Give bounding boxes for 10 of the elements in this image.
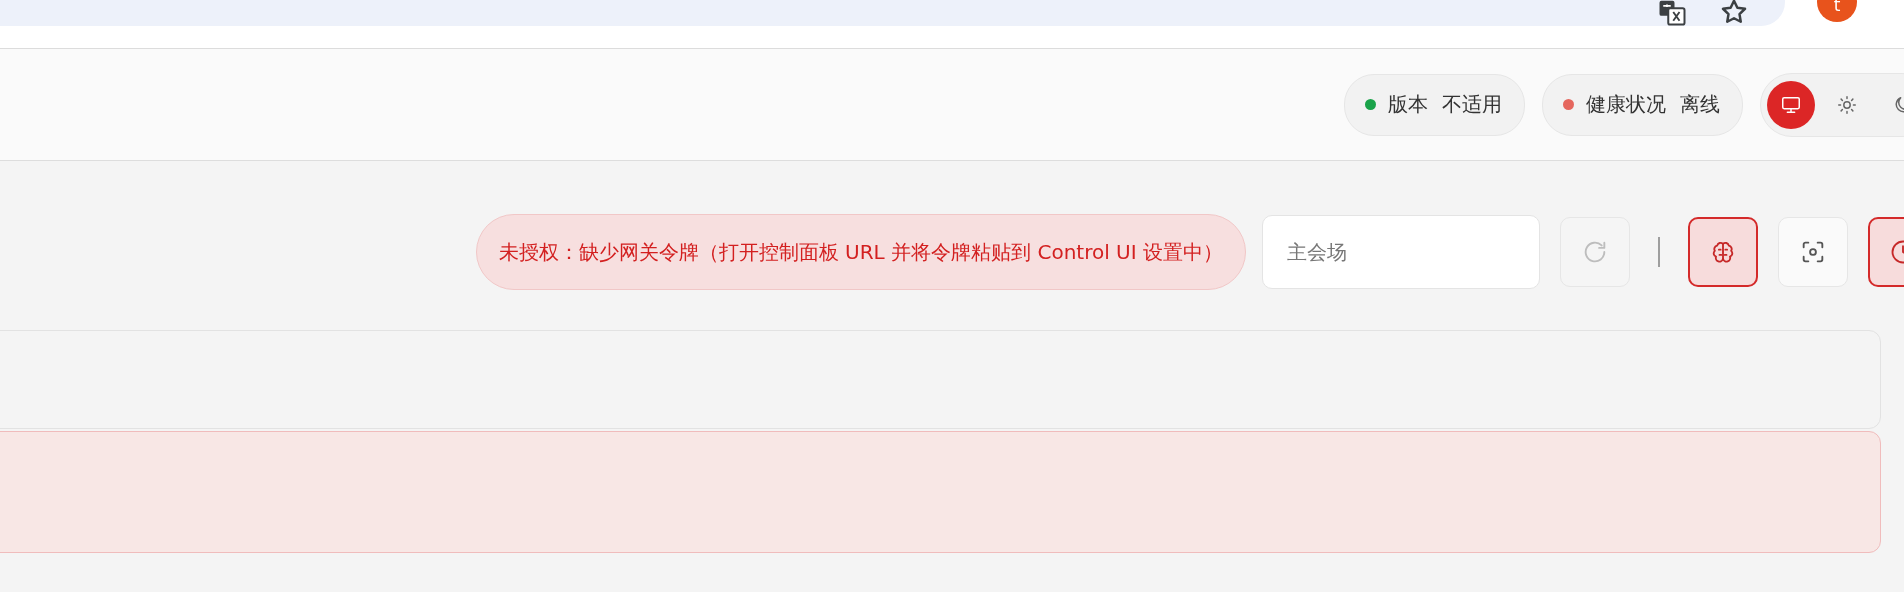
status-value: 离线 xyxy=(1680,91,1720,118)
sun-icon xyxy=(1836,93,1858,116)
focus-button[interactable] xyxy=(1778,217,1848,287)
status-value: 不适用 xyxy=(1442,91,1502,118)
status-label: 健康状况 xyxy=(1586,91,1666,118)
session-field[interactable]: 主会场 xyxy=(1262,215,1540,289)
status-label: 版本 xyxy=(1388,91,1428,118)
brain-button[interactable] xyxy=(1688,217,1758,287)
theme-button[interactable] xyxy=(1767,80,1815,129)
error-message: 未授权：缺少网关令牌（打开控制面板 URL 并将令牌粘贴到 Control UI 设置中） xyxy=(475,214,1246,290)
